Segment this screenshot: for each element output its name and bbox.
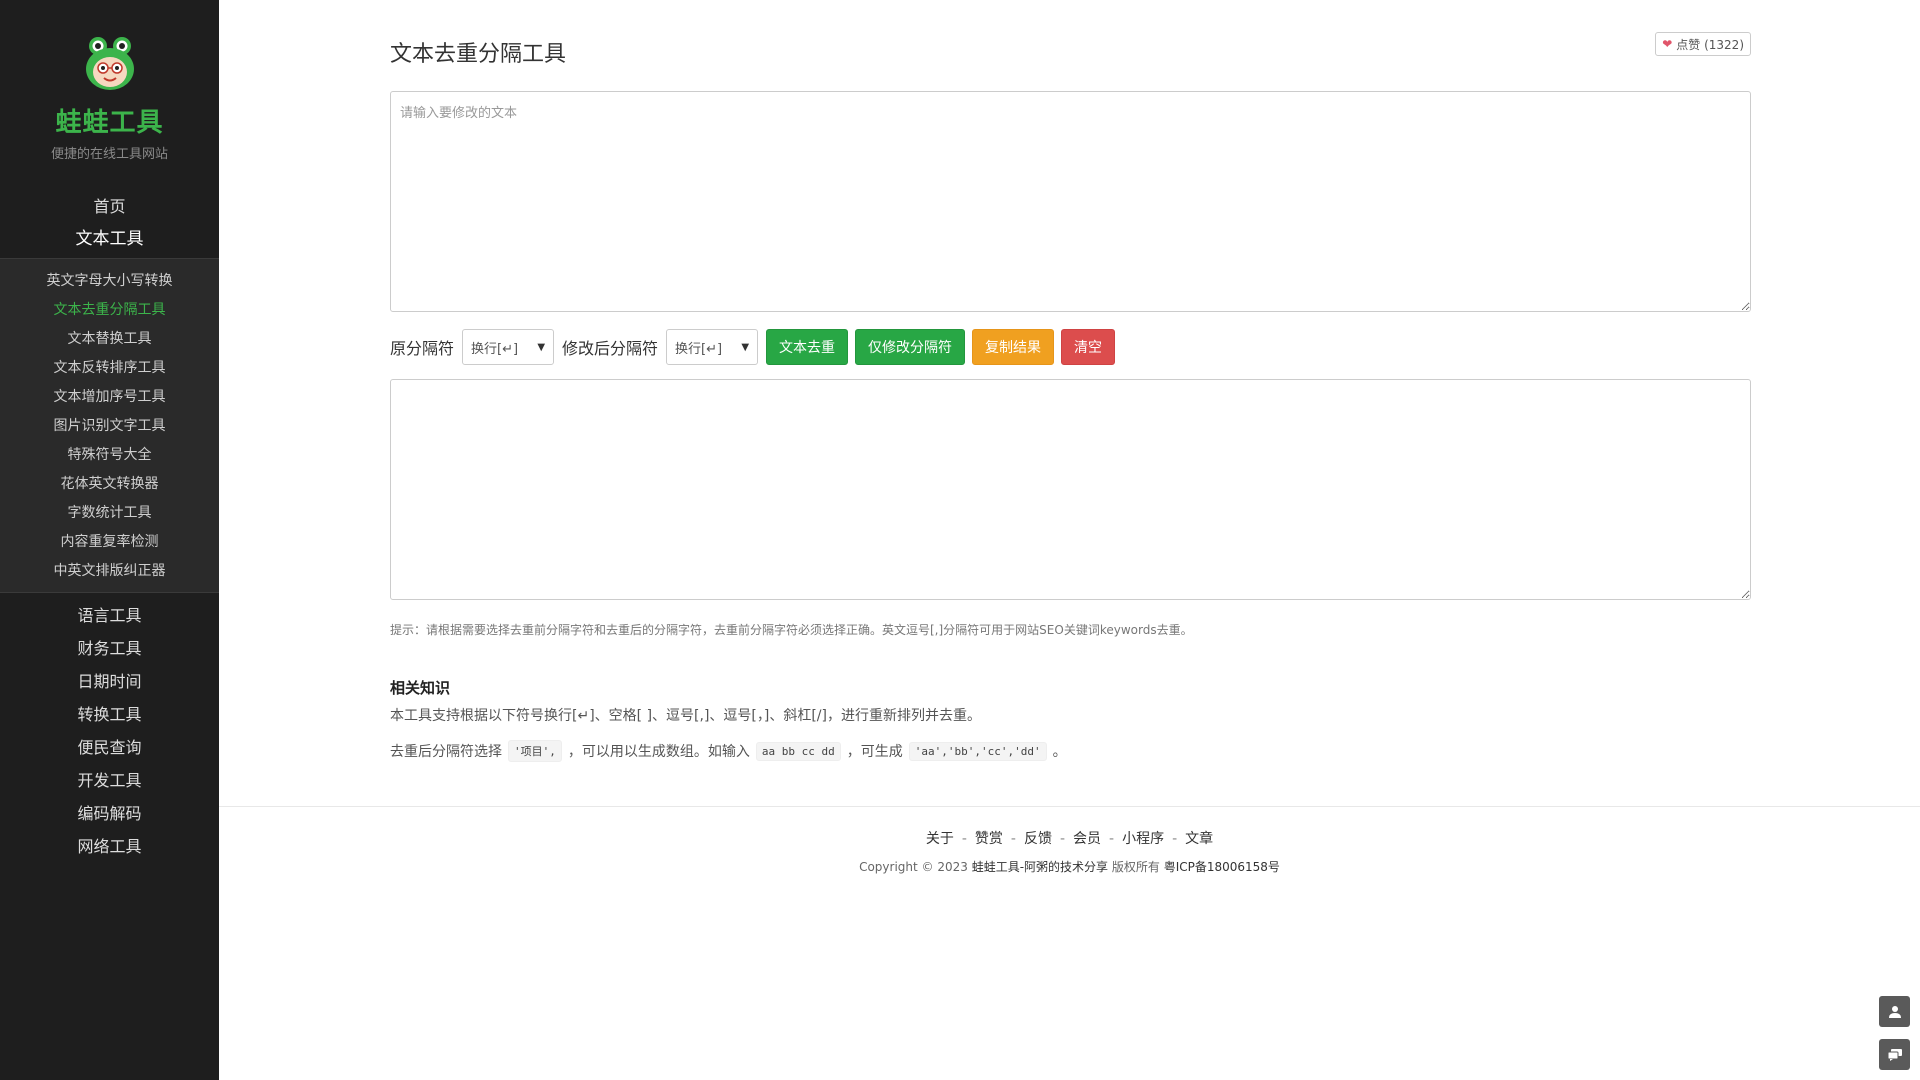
subnav-item[interactable]: 花体英文转换器 (0, 470, 219, 499)
copyright-site-link[interactable]: 蛙蛙工具-阿粥的技术分享 (972, 860, 1108, 874)
knowledge-paragraph-1: 本工具支持根据以下符号换行[↵]、空格[ ]、逗号[,]、逗号[，]、斜杠[/]… (390, 708, 981, 724)
nav-item-language[interactable]: 语言工具 (0, 599, 219, 632)
sidebar: 蛙蛙工具 便捷的在线工具网站 首页 文本工具 英文字母大小写转换 文本去重分隔工… (0, 0, 219, 1080)
footer-link-miniprogram[interactable]: 小程序 (1122, 831, 1164, 847)
chevron-down-icon: ▼ (537, 341, 546, 353)
page-title: 文本去重分隔工具 (390, 42, 567, 67)
chevron-down-icon: ▼ (741, 341, 750, 353)
nav-item-convert[interactable]: 转换工具 (0, 698, 219, 731)
subnav-item[interactable]: 内容重复率检测 (0, 528, 219, 557)
footer-link-donate[interactable]: 赞赏 (975, 831, 1003, 847)
icp-link[interactable]: 粤ICP备18006158号 (1164, 860, 1280, 874)
footer-link-about[interactable]: 关于 (926, 831, 954, 847)
code-snippet: 'aa','bb','cc','dd' (908, 741, 1047, 761)
nav-item-finance[interactable]: 财务工具 (0, 632, 219, 665)
logo-block[interactable]: 蛙蛙工具 便捷的在线工具网站 (0, 0, 219, 162)
copyright-mid: 版权所有 (1108, 860, 1164, 874)
nav-item-encode[interactable]: 编码解码 (0, 797, 219, 830)
main-area: 文本去重分隔工具 ❤ 点赞 (1322) 原分隔符 换行[↵] ▼ 修改后分隔符… (219, 0, 1920, 1080)
chat-icon (1887, 1048, 1902, 1061)
clear-button[interactable]: 清空 (1061, 329, 1116, 365)
chat-float-button[interactable] (1879, 1039, 1910, 1070)
only-change-separator-button[interactable]: 仅修改分隔符 (855, 329, 966, 365)
code-snippet: '项目', (508, 740, 562, 762)
knowledge-text: 。 (1052, 744, 1067, 760)
footer-divider (219, 806, 1920, 807)
orig-separator-value: 换行[↵] (471, 341, 519, 357)
separator: - (1010, 831, 1016, 847)
toolbar: 原分隔符 换行[↵] ▼ 修改后分隔符 换行[↵] ▼ 文本去重 仅修改分隔符 … (390, 328, 1122, 366)
hint-text: 提示：请根据需要选择去重前分隔字符和去重后的分隔字符，去重前分隔字符必须选择正确… (390, 623, 1193, 637)
new-separator-value: 换行[↵] (675, 341, 723, 357)
input-textarea[interactable] (390, 91, 1751, 312)
user-float-button[interactable] (1879, 996, 1910, 1027)
subnav-item[interactable]: 文本反转排序工具 (0, 354, 219, 383)
subnav-item[interactable]: 中英文排版纠正器 (0, 557, 219, 586)
dedupe-button[interactable]: 文本去重 (766, 329, 849, 365)
footer-link-member[interactable]: 会员 (1073, 831, 1101, 847)
nav-bottom: 语言工具 财务工具 日期时间 转换工具 便民查询 开发工具 编码解码 网络工具 (0, 599, 219, 863)
knowledge-paragraph-2: 去重后分隔符选择 '项目', ，可以用以生成数组。如输入 aa bb cc dd… (390, 740, 1067, 762)
output-textarea[interactable] (390, 379, 1751, 600)
copy-result-button[interactable]: 复制结果 (972, 329, 1055, 365)
new-separator-label: 修改后分隔符 (562, 339, 659, 358)
nav-item-network[interactable]: 网络工具 (0, 830, 219, 863)
separator: - (1172, 831, 1178, 847)
nav-item-text-tools[interactable]: 文本工具 (0, 223, 219, 256)
heart-icon: ❤ (1662, 37, 1673, 51)
nav-item-dev[interactable]: 开发工具 (0, 764, 219, 797)
code-snippet: aa bb cc dd (755, 741, 841, 761)
knowledge-title: 相关知识 (390, 679, 451, 697)
like-label: 点赞 (1322) (1676, 37, 1744, 52)
subnav-item[interactable]: 字数统计工具 (0, 499, 219, 528)
like-button[interactable]: ❤ 点赞 (1322) (1655, 32, 1751, 56)
copyright: Copyright © 2023 蛙蛙工具-阿粥的技术分享 版权所有 粤ICP备… (219, 858, 1920, 875)
nav-item-home[interactable]: 首页 (0, 190, 219, 223)
separator: - (1059, 831, 1066, 847)
nav-item-lookup[interactable]: 便民查询 (0, 731, 219, 764)
footer-link-articles[interactable]: 文章 (1185, 831, 1213, 847)
user-icon (1888, 1005, 1901, 1018)
nav-top: 首页 文本工具 (0, 190, 219, 256)
nav-item-datetime[interactable]: 日期时间 (0, 665, 219, 698)
knowledge-text: ，可生成 (846, 744, 903, 760)
orig-separator-label: 原分隔符 (390, 339, 455, 358)
footer-links: 关于 - 赞赏 - 反馈 - 会员 - 小程序 - 文章 (219, 828, 1920, 848)
subnav-item[interactable]: 文本替换工具 (0, 325, 219, 354)
new-separator-select[interactable]: 换行[↵] ▼ (666, 329, 759, 365)
subnav-item-current[interactable]: 文本去重分隔工具 (0, 296, 219, 325)
frog-logo-icon (85, 37, 134, 90)
knowledge-text: ，可以用以生成数组。如输入 (567, 744, 750, 760)
orig-separator-select[interactable]: 换行[↵] ▼ (462, 329, 555, 365)
subnav-text-tools: 英文字母大小写转换 文本去重分隔工具 文本替换工具 文本反转排序工具 文本增加序… (0, 258, 219, 593)
subnav-item[interactable]: 英文字母大小写转换 (0, 267, 219, 296)
brand-tagline: 便捷的在线工具网站 (50, 147, 168, 162)
separator: - (1109, 831, 1115, 847)
copyright-prefix: Copyright © 2023 (859, 860, 972, 874)
footer-link-feedback[interactable]: 反馈 (1024, 831, 1052, 847)
subnav-item[interactable]: 特殊符号大全 (0, 441, 219, 470)
knowledge-text: 去重后分隔符选择 (390, 744, 502, 760)
brand-name: 蛙蛙工具 (55, 108, 164, 138)
separator: - (961, 831, 967, 847)
subnav-item[interactable]: 图片识别文字工具 (0, 412, 219, 441)
subnav-item[interactable]: 文本增加序号工具 (0, 383, 219, 412)
